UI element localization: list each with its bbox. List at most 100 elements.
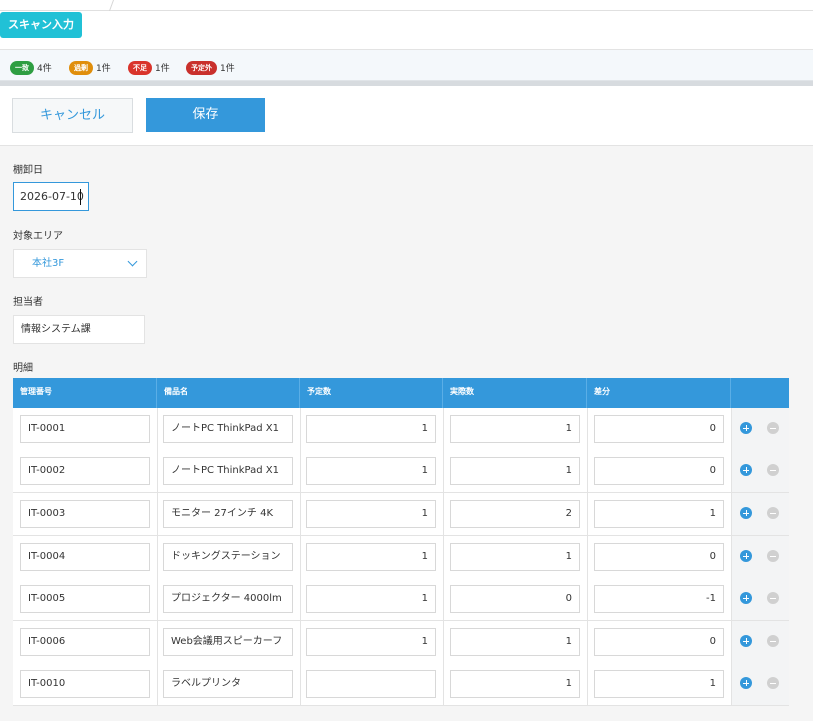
asset-id-input[interactable]: IT-0004 (20, 543, 150, 571)
column-divider (157, 621, 158, 663)
asset-id-input[interactable]: IT-0005 (20, 585, 150, 613)
cancel-button[interactable]: キャンセル (12, 98, 133, 133)
remove-row-icon[interactable] (767, 422, 779, 434)
actual-qty-input[interactable]: 2 (450, 500, 580, 528)
column-divider (300, 408, 301, 450)
planned-qty-input[interactable] (306, 670, 436, 698)
row-actions (731, 578, 789, 620)
remove-row-icon[interactable] (767, 550, 779, 562)
column-divider (157, 493, 158, 535)
planned-qty-input[interactable]: 1 (306, 457, 436, 485)
action-bar: キャンセル 保存 (0, 86, 813, 146)
remove-row-icon[interactable] (767, 635, 779, 647)
column-divider (300, 536, 301, 578)
header-diff: 差分 (587, 378, 731, 408)
add-row-icon[interactable] (740, 507, 752, 519)
planned-qty-input[interactable]: 1 (306, 500, 436, 528)
status-badge-excess: 過剰 (69, 60, 93, 75)
remove-row-icon[interactable] (767, 507, 779, 519)
diff-input[interactable]: 1 (594, 670, 724, 698)
table-row: IT-0010 ラベルプリンタ 1 1 (13, 663, 789, 706)
save-button[interactable]: 保存 (146, 98, 265, 132)
column-divider (587, 536, 588, 578)
area-select[interactable]: 本社3F (13, 249, 147, 278)
actual-qty-input[interactable]: 1 (450, 457, 580, 485)
item-name-input[interactable]: ノートPC ThinkPad X1 (163, 457, 293, 485)
actual-qty-input[interactable]: 1 (450, 415, 580, 443)
column-divider (443, 450, 444, 492)
column-divider (300, 450, 301, 492)
table-row: IT-0003 モニター 27インチ 4K 1 2 1 (13, 493, 789, 536)
column-divider (157, 408, 158, 450)
area-value: 本社3F (32, 258, 65, 269)
item-name-input[interactable]: ドッキングステーション (163, 543, 293, 571)
add-row-icon[interactable] (740, 677, 752, 689)
diff-input[interactable]: 1 (594, 500, 724, 528)
column-divider (587, 663, 588, 705)
item-name-input[interactable]: ラベルプリンタ (163, 670, 293, 698)
column-divider (443, 663, 444, 705)
summary-match: 一致 4件 (10, 57, 52, 75)
remove-row-icon[interactable] (767, 592, 779, 604)
diff-input[interactable]: 0 (594, 543, 724, 571)
planned-qty-input[interactable]: 1 (306, 543, 436, 571)
status-badge-match: 一致 (10, 60, 34, 75)
asset-id-input[interactable]: IT-0006 (20, 628, 150, 656)
table-header: 管理番号 備品名 予定数 実際数 差分 (13, 378, 789, 408)
add-row-icon[interactable] (740, 550, 752, 562)
table-row: IT-0004 ドッキングステーション 1 1 0 (13, 536, 789, 579)
asset-id-input[interactable]: IT-0003 (20, 500, 150, 528)
diff-input[interactable]: 0 (594, 457, 724, 485)
item-name-input[interactable]: ノートPC ThinkPad X1 (163, 415, 293, 443)
status-summary: 一致 4件 過剰 1件 不足 1件 予定外 1件 (0, 50, 813, 81)
scan-input-button[interactable]: スキャン入力 (0, 12, 82, 38)
item-name-input[interactable]: Web会議用スピーカーフ (163, 628, 293, 656)
summary-count-shortage: 1件 (155, 64, 170, 74)
summary-count-unplanned: 1件 (220, 64, 235, 74)
text-caret (80, 189, 81, 205)
column-divider (443, 578, 444, 620)
column-divider (587, 621, 588, 663)
column-divider (157, 578, 158, 620)
diff-input[interactable]: 0 (594, 628, 724, 656)
column-divider (300, 621, 301, 663)
remove-row-icon[interactable] (767, 464, 779, 476)
add-row-icon[interactable] (740, 635, 752, 647)
remove-row-icon[interactable] (767, 677, 779, 689)
column-divider (300, 578, 301, 620)
column-divider (157, 450, 158, 492)
item-name-input[interactable]: モニター 27インチ 4K (163, 500, 293, 528)
item-name-input[interactable]: プロジェクター 4000lm (163, 585, 293, 613)
table-row: IT-0006 Web会議用スピーカーフ 1 1 0 (13, 621, 789, 664)
column-divider (443, 536, 444, 578)
add-row-icon[interactable] (740, 422, 752, 434)
inventory-date-input[interactable]: 2026-07-10 (13, 182, 89, 211)
add-row-icon[interactable] (740, 464, 752, 476)
actual-qty-input[interactable]: 1 (450, 628, 580, 656)
planned-qty-input[interactable]: 1 (306, 415, 436, 443)
asset-id-input[interactable]: IT-0010 (20, 670, 150, 698)
row-actions (731, 621, 789, 663)
planned-qty-input[interactable]: 1 (306, 628, 436, 656)
date-value: 2026-07-10 (20, 190, 84, 203)
row-actions (731, 493, 789, 535)
asset-id-input[interactable]: IT-0002 (20, 457, 150, 485)
actual-qty-input[interactable]: 1 (450, 670, 580, 698)
status-badge-unplanned: 予定外 (186, 60, 217, 75)
status-badge-shortage: 不足 (128, 60, 152, 75)
owner-input[interactable]: 情報システム課 (13, 315, 145, 344)
owner-label: 担当者 (13, 297, 43, 308)
row-actions (731, 450, 789, 492)
row-actions (731, 663, 789, 705)
asset-id-input[interactable]: IT-0001 (20, 415, 150, 443)
date-label: 棚卸日 (13, 165, 43, 176)
diff-input[interactable]: 0 (594, 415, 724, 443)
header-asset-id: 管理番号 (13, 378, 157, 408)
diff-input[interactable]: -1 (594, 585, 724, 613)
actual-qty-input[interactable]: 1 (450, 543, 580, 571)
planned-qty-input[interactable]: 1 (306, 585, 436, 613)
row-actions (731, 408, 789, 450)
actual-qty-input[interactable]: 0 (450, 585, 580, 613)
add-row-icon[interactable] (740, 592, 752, 604)
summary-shortage: 不足 1件 (128, 57, 170, 75)
